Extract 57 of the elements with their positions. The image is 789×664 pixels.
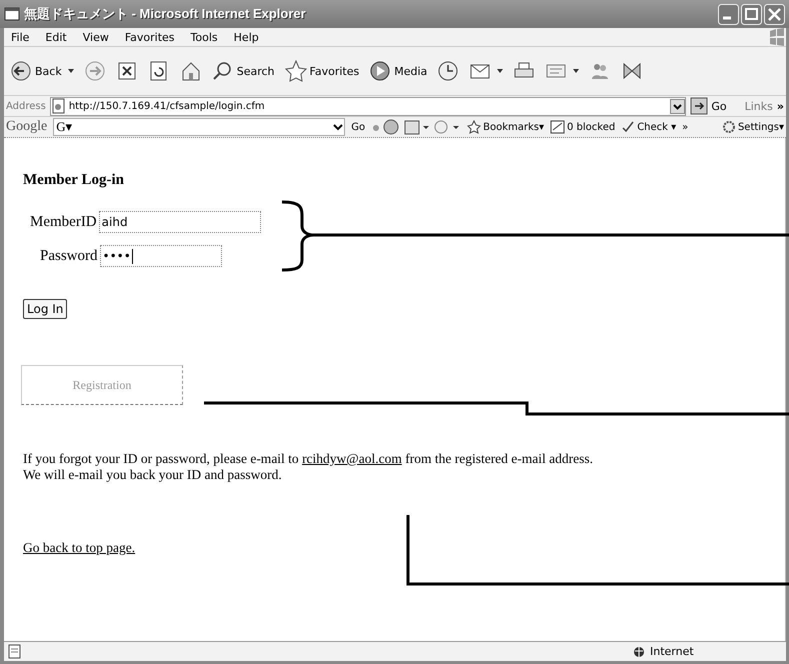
dropdown-caret-icon[interactable] [68, 69, 74, 73]
globe-icon[interactable] [633, 646, 645, 658]
login-button[interactable]: Log In [23, 299, 68, 319]
butterfly-icon [621, 60, 644, 82]
gear-icon[interactable] [722, 120, 736, 134]
minimize-icon[interactable] [718, 4, 739, 24]
media-icon [369, 60, 392, 82]
toolbar-icons-drawing[interactable] [371, 118, 462, 136]
security-zone: Internet [633, 645, 783, 658]
member-id-field[interactable]: aihd [98, 211, 261, 233]
star-icon[interactable] [467, 120, 482, 134]
google-logo: Google [6, 119, 48, 135]
menu-item[interactable]: Favorites [118, 30, 184, 44]
window-icon[interactable] [4, 6, 20, 22]
menu-item[interactable]: Help [226, 30, 268, 44]
chevron-button[interactable]: » [776, 100, 784, 112]
email-link[interactable]: rcihdyw@aol.com [302, 451, 402, 466]
address-field[interactable]: http://150.7.169.41/cfsample/login.cfm [50, 96, 686, 116]
toolbar-button[interactable]: Search [210, 58, 277, 84]
password-field[interactable]: •••• [100, 245, 222, 267]
toolbar-button[interactable]: Back [8, 58, 76, 84]
windows-flag-icon[interactable] [768, 27, 786, 47]
back-link[interactable]: Go back to top page. [23, 540, 136, 555]
toolbar-button[interactable]: Favorites [282, 58, 362, 84]
settings-button[interactable]: Settings▾ [722, 120, 784, 134]
links-button[interactable]: Links [744, 100, 773, 112]
chevron-button[interactable]: » [682, 122, 688, 132]
field-label: Password [40, 248, 98, 264]
page-icon[interactable] [7, 644, 22, 659]
go-button[interactable]: Go [690, 97, 727, 115]
window-title: 無題ドキュメント - Microsoft Internet Explorer [24, 5, 306, 23]
menu-item[interactable]: Edit [38, 30, 76, 44]
help-text: If you forgot your ID or password, please e-mail to rcihdyw@aol.com from the registered e-mail address. [23, 451, 594, 467]
page-heading: Member Log-in [23, 172, 125, 189]
field-label: MemberID [30, 214, 97, 230]
close-icon[interactable] [764, 4, 785, 24]
spell-check-button[interactable]: Check ▾ [621, 120, 676, 134]
blocked-window-icon[interactable] [550, 120, 565, 134]
dropdown-caret-icon[interactable] [573, 69, 580, 73]
toolbar-button[interactable]: Media [367, 58, 430, 84]
home-icon [180, 60, 202, 82]
address-label: Address [6, 100, 46, 112]
star-icon [284, 60, 307, 82]
menu-item[interactable]: File [4, 30, 38, 44]
help-text: We will e-mail you back your ID and password. [23, 467, 283, 483]
bookmarks-button[interactable]: Bookmarks▾ [467, 120, 544, 134]
dropdown-caret-icon[interactable] [497, 69, 504, 73]
maximize-icon[interactable] [741, 4, 762, 24]
stop-icon [116, 60, 138, 82]
menu-item[interactable]: Tools [184, 30, 227, 44]
menu-item[interactable]: View [76, 30, 118, 44]
spell-check-icon[interactable] [621, 120, 636, 134]
popup-blocker-button[interactable]: 0 blocked [550, 120, 616, 134]
search-field[interactable]: G▾ [53, 118, 346, 136]
go-button[interactable]: Go [351, 122, 366, 132]
page-icon[interactable] [50, 98, 67, 114]
clock-icon [437, 60, 460, 82]
